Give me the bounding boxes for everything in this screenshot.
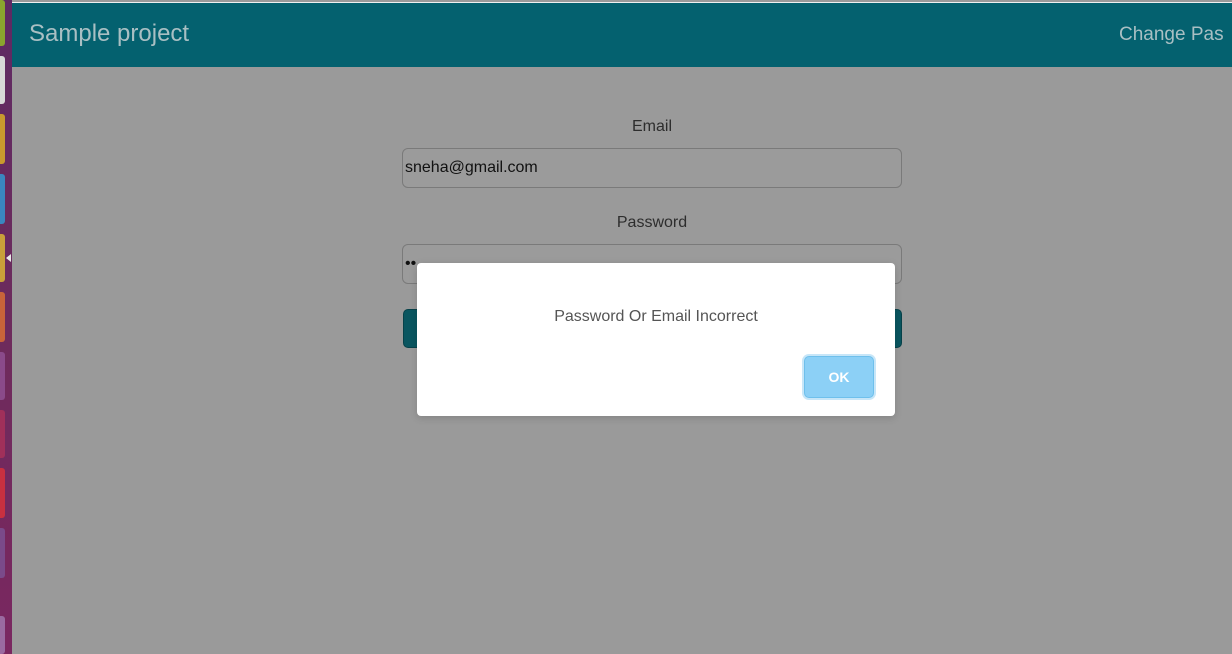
email-label: Email	[631, 118, 672, 135]
launcher-app-icon[interactable]	[0, 352, 5, 400]
ok-button[interactable]: OK	[804, 356, 874, 398]
launcher-app-icon[interactable]	[0, 528, 5, 578]
desktop-launcher	[0, 0, 12, 654]
email-field[interactable]	[402, 148, 902, 188]
launcher-app-icon[interactable]	[0, 410, 5, 458]
launcher-app-icon[interactable]	[0, 114, 5, 164]
top-navbar: Sample project Change Pas	[12, 2, 1232, 67]
password-label: Password	[616, 214, 688, 231]
alert-dialog: Password Or Email Incorrect OK	[417, 263, 895, 416]
alert-message: Password Or Email Incorrect	[554, 308, 758, 325]
launcher-app-icon[interactable]	[0, 234, 5, 282]
launcher-app-icon[interactable]	[0, 468, 5, 518]
launcher-app-icon[interactable]	[0, 0, 5, 46]
launcher-app-icon[interactable]	[0, 616, 5, 654]
brand-title[interactable]: Sample project	[29, 20, 189, 48]
launcher-app-icon[interactable]	[0, 56, 5, 104]
launcher-app-icon[interactable]	[0, 292, 5, 342]
launcher-app-icon[interactable]	[0, 174, 5, 224]
change-password-link[interactable]: Change Pas	[1119, 24, 1224, 46]
active-app-indicator-icon	[6, 254, 11, 262]
